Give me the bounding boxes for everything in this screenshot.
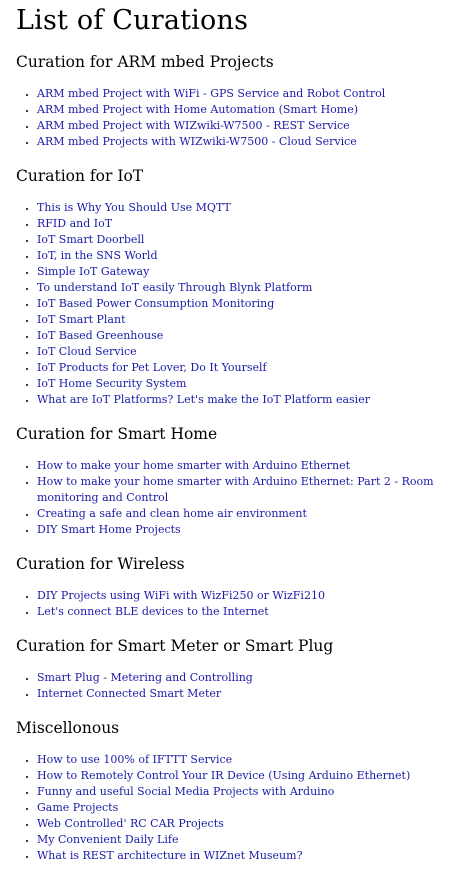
curation-link[interactable]: IoT Cloud Service (37, 345, 137, 358)
list-item: DIY Projects using WiFi with WizFi250 or… (37, 588, 466, 604)
curation-link[interactable]: To understand IoT easily Through Blynk P… (37, 281, 312, 294)
section-heading: Curation for IoT (16, 167, 144, 185)
curation-link[interactable]: What are IoT Platforms? Let's make the I… (37, 393, 370, 406)
curations-page: List of Curations Curation for ARM mbed … (16, 4, 466, 880)
curation-link[interactable]: ARM mbed Project with WiFi - GPS Service… (37, 87, 385, 100)
list-item: RFID and IoT (37, 216, 466, 232)
curation-link[interactable]: IoT Based Power Consumption Monitoring (37, 297, 274, 310)
curation-link[interactable]: Funny and useful Social Media Projects w… (37, 785, 334, 798)
curation-link[interactable]: IoT Smart Plant (37, 313, 125, 326)
list-item: Web Controlled' RC CAR Projects (37, 816, 466, 832)
list-item: IoT Cloud Service (37, 344, 466, 360)
list-item: IoT Products for Pet Lover, Do It Yourse… (37, 360, 466, 376)
page-title: List of Curations (16, 5, 249, 36)
list-item: How to make your home smarter with Ardui… (37, 474, 466, 506)
curation-link[interactable]: IoT Smart Doorbell (37, 233, 144, 246)
curation-link[interactable]: How to Remotely Control Your IR Device (… (37, 769, 410, 782)
curation-link[interactable]: What is REST architecture in WIZnet Muse… (37, 849, 302, 862)
section-heading: Curation for ARM mbed Projects (16, 53, 274, 71)
curation-link[interactable]: Web Controlled' RC CAR Projects (37, 817, 224, 830)
curation-link[interactable]: My Convenient Daily Life (37, 833, 178, 846)
curation-link[interactable]: IoT Based Greenhouse (37, 329, 163, 342)
curation-link[interactable]: Creating a safe and clean home air envir… (37, 507, 307, 520)
curation-link[interactable]: Simple IoT Gateway (37, 265, 149, 278)
list-item: Game Projects (37, 800, 466, 816)
list-item: ARM mbed Project with WIZwiki-W7500 - RE… (37, 118, 466, 134)
list-item: DIY Smart Home Projects (37, 522, 466, 538)
list-item: IoT Smart Doorbell (37, 232, 466, 248)
curation-link[interactable]: Internet Connected Smart Meter (37, 687, 221, 700)
list-item: How to use 100% of IFTTT Service (37, 752, 466, 768)
curation-link-list: DIY Projects using WiFi with WizFi250 or… (16, 588, 466, 620)
curation-link[interactable]: Smart Plug - Metering and Controlling (37, 671, 253, 684)
curation-link-list: How to use 100% of IFTTT Service How to R… (16, 752, 466, 864)
section-heading: Curation for Smart Meter or Smart Plug (16, 637, 334, 655)
curation-link[interactable]: ARM mbed Projects with WIZwiki-W7500 - C… (37, 135, 357, 148)
list-item: To understand IoT easily Through Blynk P… (37, 280, 466, 296)
curation-link-list: Smart Plug - Metering and Controlling Int… (16, 670, 466, 702)
list-item: Funny and useful Social Media Projects w… (37, 784, 466, 800)
curation-link[interactable]: DIY Projects using WiFi with WizFi250 or… (37, 589, 325, 602)
curation-link[interactable]: IoT Home Security System (37, 377, 186, 390)
list-item: IoT Based Greenhouse (37, 328, 466, 344)
curation-link-list: This is Why You Should Use MQTT RFID and … (16, 200, 466, 408)
curation-link[interactable]: How to use 100% of IFTTT Service (37, 753, 232, 766)
curation-link-list: ARM mbed Project with WiFi - GPS Service… (16, 86, 466, 150)
curation-sections: Curation for ARM mbed Projects ARM mbed P… (16, 52, 466, 864)
curation-link[interactable]: IoT, in the SNS World (37, 249, 157, 262)
list-item: IoT, in the SNS World (37, 248, 466, 264)
list-item: Smart Plug - Metering and Controlling (37, 670, 466, 686)
curation-link[interactable]: IoT Products for Pet Lover, Do It Yourse… (37, 361, 267, 374)
list-item: ARM mbed Project with Home Automation (S… (37, 102, 466, 118)
curation-link[interactable]: This is Why You Should Use MQTT (37, 201, 231, 214)
list-item: IoT Based Power Consumption Monitoring (37, 296, 466, 312)
list-item: This is Why You Should Use MQTT (37, 200, 466, 216)
list-item: IoT Home Security System (37, 376, 466, 392)
list-item: IoT Smart Plant (37, 312, 466, 328)
curation-link[interactable]: How to make your home smarter with Ardui… (37, 475, 434, 504)
section-heading: Curation for Wireless (16, 555, 185, 573)
curation-link-list: How to make your home smarter with Ardui… (16, 458, 466, 538)
curation-link[interactable]: How to make your home smarter with Ardui… (37, 459, 350, 472)
list-item: How to Remotely Control Your IR Device (… (37, 768, 466, 784)
section-heading: Curation for Smart Home (16, 425, 218, 443)
list-item: Creating a safe and clean home air envir… (37, 506, 466, 522)
list-item: My Convenient Daily Life (37, 832, 466, 848)
list-item: Let's connect BLE devices to the Interne… (37, 604, 466, 620)
curation-link[interactable]: RFID and IoT (37, 217, 112, 230)
curation-link[interactable]: Let's connect BLE devices to the Interne… (37, 605, 269, 618)
curation-link[interactable]: Game Projects (37, 801, 118, 814)
list-item: ARM mbed Project with WiFi - GPS Service… (37, 86, 466, 102)
curation-link[interactable]: ARM mbed Project with Home Automation (S… (37, 103, 358, 116)
list-item: Internet Connected Smart Meter (37, 686, 466, 702)
list-item: How to make your home smarter with Ardui… (37, 458, 466, 474)
curation-link[interactable]: ARM mbed Project with WIZwiki-W7500 - RE… (37, 119, 350, 132)
section-heading: Miscellonous (16, 719, 120, 737)
curation-link[interactable]: DIY Smart Home Projects (37, 523, 181, 536)
list-item: ARM mbed Projects with WIZwiki-W7500 - C… (37, 134, 466, 150)
list-item: What is REST architecture in WIZnet Muse… (37, 848, 466, 864)
list-item: What are IoT Platforms? Let's make the I… (37, 392, 466, 408)
list-item: Simple IoT Gateway (37, 264, 466, 280)
